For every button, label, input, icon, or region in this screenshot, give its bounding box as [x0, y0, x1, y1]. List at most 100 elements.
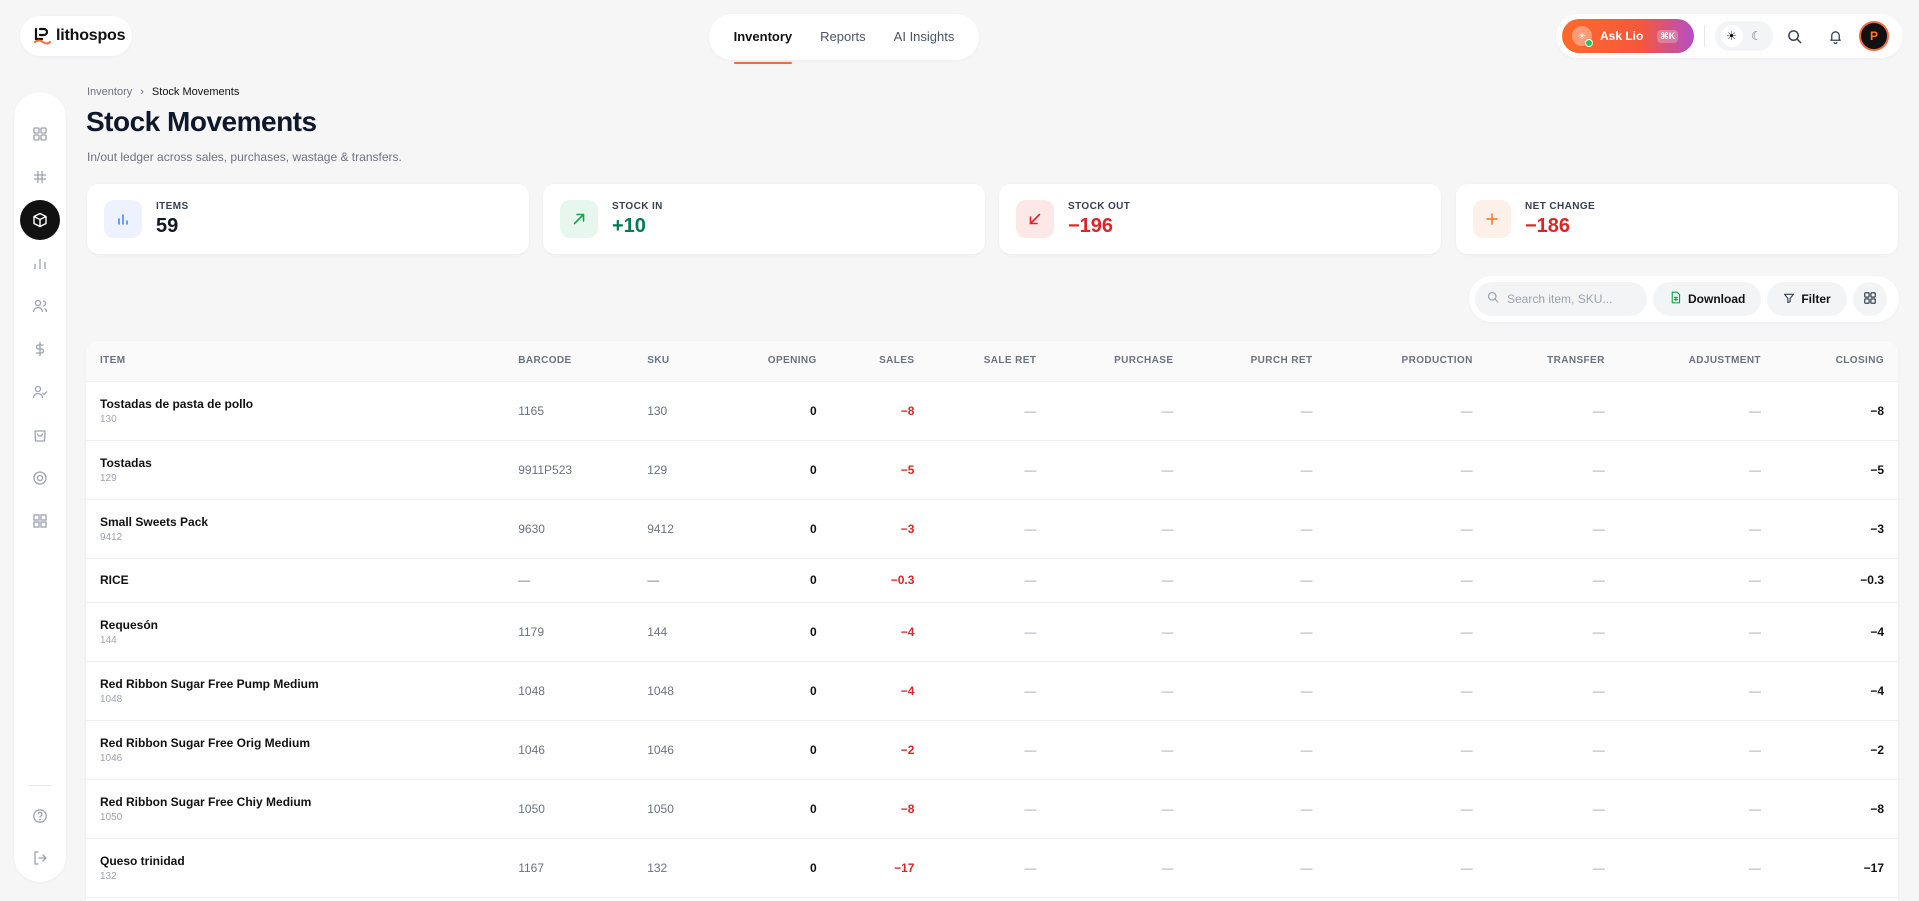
assistant-avatar-icon: ✳: [1572, 26, 1593, 47]
inventory-box-icon[interactable]: [20, 200, 60, 240]
header-divider: [1704, 25, 1705, 47]
column-header-barcode[interactable]: BARCODE: [504, 341, 634, 382]
barcode-cell: 1050: [504, 779, 634, 839]
item-name[interactable]: Queso trinidad: [100, 854, 490, 868]
shopping-bag-icon[interactable]: [20, 415, 60, 455]
stock-movements-table: ITEM BARCODE SKU OPENING SALES SALE RET …: [86, 341, 1898, 901]
opening-cell: 0: [723, 838, 831, 898]
item-name[interactable]: Red Ribbon Sugar Free Pump Medium: [100, 677, 490, 691]
tab-ai-insights[interactable]: AI Insights: [894, 14, 955, 60]
column-header-item[interactable]: ITEM: [86, 341, 505, 382]
customers-icon[interactable]: [20, 286, 60, 326]
apps-icon[interactable]: [20, 501, 60, 541]
column-header-purchase[interactable]: PURCHASE: [1050, 341, 1188, 382]
table-row[interactable]: Small Sweets Pack 9412 9630 9412 0 −3— — — — — — −3: [86, 499, 1898, 559]
opening-cell: 0: [723, 440, 831, 500]
item-code: 1050: [100, 811, 123, 823]
item-cell: RICE: [86, 558, 505, 603]
column-header-transfer[interactable]: TRANSFER: [1486, 341, 1619, 382]
stat-card-items: ITEMS 59: [87, 184, 529, 254]
staff-icon[interactable]: [20, 372, 60, 412]
item-cell: Tostadas de pasta de pollo 130: [86, 381, 505, 441]
barcode-cell: 1179: [504, 602, 634, 662]
search-icon[interactable]: [1774, 16, 1814, 56]
item-code: 1048: [100, 693, 123, 705]
avatar[interactable]: P: [1859, 21, 1889, 51]
brand-logo[interactable]: lithospos: [20, 16, 132, 56]
column-header-purch-ret[interactable]: PURCH RET: [1187, 341, 1327, 382]
table-row[interactable]: RICE — —0 −0.3— — — — — — −0.3: [86, 558, 1898, 603]
stat-value: +10: [612, 214, 646, 237]
table-row[interactable]: Queso trinidad 132 1167 132 0 −17— — — — — — −17: [86, 838, 1898, 898]
sun-icon[interactable]: ☀: [1720, 25, 1743, 47]
transfer-cell: —: [1486, 381, 1619, 441]
breadcrumb-parent[interactable]: Inventory: [87, 86, 132, 98]
stat-card-net-change: NET CHANGE −186: [1456, 184, 1898, 254]
dashboard-icon[interactable]: [20, 114, 60, 154]
ask-shortcut-badge: ⌘K: [1657, 29, 1679, 43]
sale-ret-cell: —: [928, 440, 1051, 500]
sku-cell: 1046: [633, 720, 724, 780]
logout-icon[interactable]: [20, 838, 60, 878]
download-button[interactable]: Download: [1653, 282, 1762, 316]
header-actions: ✳ Ask Lio ⌘K ☀ ☾ P: [1556, 14, 1903, 58]
item-name[interactable]: Requesón: [100, 618, 490, 632]
bell-icon[interactable]: [1815, 16, 1855, 56]
theme-toggle[interactable]: ☀ ☾: [1715, 21, 1773, 51]
item-name[interactable]: Tostadas: [100, 456, 490, 470]
item-name[interactable]: Red Ribbon Sugar Free Orig Medium: [100, 736, 490, 750]
table-row[interactable]: Red Ribbon Sugar Free Pump Medium 1048 104…: [86, 661, 1898, 721]
column-header-closing[interactable]: CLOSING: [1774, 341, 1898, 382]
stat-card-stock-in: STOCK IN +10: [543, 184, 985, 254]
settings-icon[interactable]: [20, 458, 60, 498]
column-header-sale-ret[interactable]: SALE RET: [928, 341, 1051, 382]
sales-cell: −4: [830, 602, 929, 662]
stat-value: −186: [1525, 214, 1571, 237]
table-row[interactable]: Red Ribbon Sugar Free Orig Medium 1046 104…: [86, 720, 1898, 780]
help-icon[interactable]: [20, 796, 60, 836]
filter-button[interactable]: Filter: [1767, 282, 1847, 316]
ask-lio-button[interactable]: ✳ Ask Lio ⌘K: [1562, 19, 1694, 53]
dollar-icon[interactable]: [20, 329, 60, 369]
column-header-adjustment[interactable]: ADJUSTMENT: [1618, 341, 1775, 382]
column-header-production[interactable]: PRODUCTION: [1326, 341, 1487, 382]
table-header-row: ITEM BARCODE SKU OPENING SALES SALE RET …: [86, 341, 1898, 382]
barcode-cell: 1167: [504, 838, 634, 898]
production-cell: —: [1326, 838, 1487, 898]
grid-view-button[interactable]: [1852, 282, 1887, 316]
table-row[interactable]: Requesón 144 1179 144 0 −4— — — — — — −4: [86, 602, 1898, 662]
production-cell: —: [1326, 779, 1487, 839]
purchase-cell: —: [1050, 779, 1188, 839]
barcode-cell: 1165: [504, 381, 634, 441]
closing-cell: −5: [1774, 440, 1898, 500]
item-cell: Red Ribbon Sugar Free Orig Medium 1046: [86, 720, 505, 780]
closing-cell: −8: [1774, 381, 1898, 441]
tab-inventory[interactable]: Inventory: [733, 14, 792, 64]
opening-cell: 0: [723, 558, 831, 603]
table-row[interactable]: Tostadas 129 9911P523 129 0 −5— — — — — — −5: [86, 440, 1898, 500]
purch-ret-cell: —: [1187, 661, 1327, 721]
hashtag-icon[interactable]: [20, 157, 60, 197]
brand-name: lithospos: [56, 27, 126, 44]
bar-chart-icon: [104, 200, 142, 238]
stat-card-stock-out: STOCK OUT −196: [999, 184, 1441, 254]
sku-cell: 132: [633, 838, 724, 898]
table-row[interactable]: Red Ribbon Sugar Free Chiy Medium 1050 105…: [86, 779, 1898, 839]
item-name[interactable]: RICE: [100, 573, 490, 587]
column-header-sales[interactable]: SALES: [830, 341, 929, 382]
search-input[interactable]: [1507, 292, 1637, 306]
purchase-cell: —: [1050, 381, 1188, 441]
column-header-opening[interactable]: OPENING: [723, 341, 831, 382]
column-header-sku[interactable]: SKU: [633, 341, 724, 382]
opening-cell: 0: [723, 381, 831, 441]
tab-reports[interactable]: Reports: [820, 14, 866, 60]
sales-cell: −0.3: [830, 558, 929, 603]
analytics-icon[interactable]: [20, 243, 60, 283]
item-name[interactable]: Red Ribbon Sugar Free Chiy Medium: [100, 795, 490, 809]
item-cell: Tostadas 129: [86, 440, 505, 500]
item-name[interactable]: Tostadas de pasta de pollo: [100, 397, 490, 411]
moon-icon[interactable]: ☾: [1746, 25, 1768, 47]
item-cell: Red Ribbon Sugar Free Pump Medium 1048: [86, 661, 505, 721]
table-row[interactable]: Tostadas de pasta de pollo 130 1165 130 0 −8—…: [86, 381, 1898, 441]
item-name[interactable]: Small Sweets Pack: [100, 515, 490, 529]
